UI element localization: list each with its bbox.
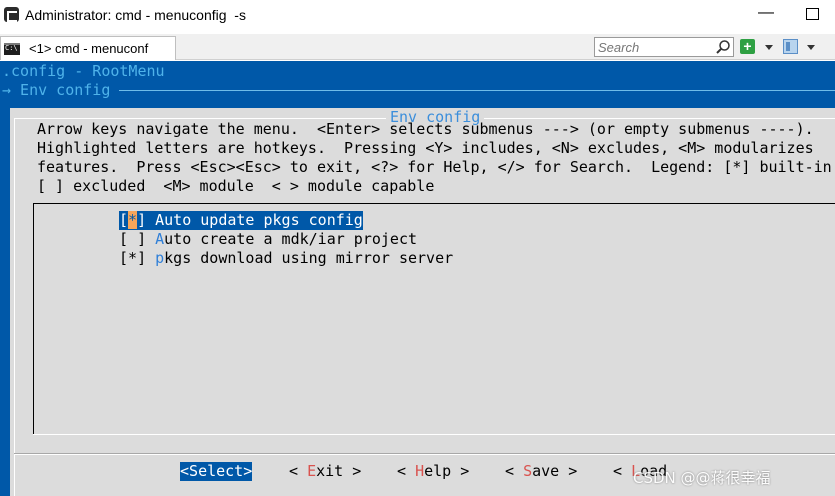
item-hotkey: A [155, 211, 165, 229]
menu-item-pkgs-download-mirror[interactable]: [*] pkgs download using mirror server [119, 249, 453, 268]
help-text-line: Arrow keys navigate the menu. <Enter> se… [37, 120, 814, 138]
checkbox-open: [ [119, 230, 129, 248]
checkbox-close: ] [137, 230, 156, 248]
item-label: uto create a mdk/iar project [164, 230, 418, 248]
save-button[interactable]: < Save > [505, 462, 577, 481]
checkbox-open: [ [119, 211, 129, 229]
select-button[interactable]: <Select> [180, 462, 253, 481]
checkbox-close: ] [137, 249, 156, 267]
button-hotkey: S [523, 462, 533, 480]
tab-label: <1> cmd - menuconf [29, 41, 149, 56]
help-text-line: features. Press <Esc><Esc> to exit, <?> … [37, 158, 832, 176]
console-area[interactable]: .config - RootMenu → Env config Env conf… [0, 61, 835, 496]
menu-item-auto-update-pkgs[interactable]: [*] Auto update pkgs config [119, 211, 363, 230]
item-label: kgs download using mirror server [164, 249, 454, 267]
button-hotkey: E [307, 462, 317, 480]
item-hotkey: p [155, 249, 165, 267]
dialog-border-left [14, 118, 15, 496]
item-label: uto update pkgs config [164, 211, 363, 229]
maximize-icon[interactable] [806, 8, 819, 20]
checkbox-mark-cursor: * [128, 211, 138, 229]
cmd-icon [4, 43, 20, 55]
exit-button[interactable]: < Exit > [289, 462, 361, 481]
search-icon[interactable] [715, 39, 731, 55]
view-icon[interactable] [783, 39, 798, 54]
menu-list: [*] Auto update pkgs config [ ] Auto cre… [33, 203, 835, 435]
menu-border-bottom [33, 434, 835, 435]
minimize-icon[interactable]: — [756, 4, 776, 26]
button-label: ave > [532, 462, 578, 480]
menu-border-left [33, 203, 34, 435]
menu-item-auto-create-mdk-project[interactable]: [ ] Auto create a mdk/iar project [119, 230, 417, 249]
window-title: Administrator: cmd - menuconfig -s [25, 7, 246, 23]
console-app-icon [4, 7, 19, 22]
button-hotkey: S [189, 462, 199, 480]
search-input[interactable] [595, 38, 713, 56]
help-button[interactable]: < Help > [397, 462, 469, 481]
button-bracket: < [180, 462, 190, 480]
menu-border-top [33, 203, 835, 204]
title-bar: Administrator: cmd - menuconfig -s — [0, 0, 835, 33]
button-bracket: < [397, 462, 416, 480]
search-box[interactable] [594, 37, 734, 57]
button-hotkey: H [415, 462, 425, 480]
checkbox-mark: * [128, 249, 138, 267]
item-hotkey: A [155, 230, 165, 248]
button-bracket: < [289, 462, 308, 480]
new-console-icon[interactable]: + [740, 39, 755, 54]
button-bracket: < [505, 462, 524, 480]
new-console-dropdown-icon[interactable] [765, 45, 773, 50]
button-separator-highlight [14, 454, 835, 455]
tab-bar: <1> cmd - menuconf + [0, 34, 835, 60]
checkbox-mark [128, 230, 137, 248]
button-label: elp > [424, 462, 470, 480]
checkbox-open: [ [119, 249, 129, 267]
view-dropdown-icon[interactable] [807, 45, 815, 50]
button-bracket: < [613, 462, 632, 480]
tab-cmd[interactable]: <1> cmd - menuconf [0, 36, 176, 60]
checkbox-close: ] [137, 211, 156, 229]
help-text-line: Highlighted letters are hotkeys. Pressin… [37, 139, 814, 157]
breadcrumb-current: → Env config [2, 81, 120, 99]
help-text-line: [ ] excluded <M> module < > module capab… [37, 177, 435, 195]
breadcrumb-rule [119, 90, 835, 91]
breadcrumb-root: .config - RootMenu [2, 62, 165, 80]
watermark: CSDN @@蒋很幸福 [633, 469, 771, 487]
button-label: elect> [198, 462, 253, 480]
menuconfig-dialog: Env config Arrow keys navigate the menu.… [10, 108, 835, 496]
button-label: xit > [316, 462, 362, 480]
